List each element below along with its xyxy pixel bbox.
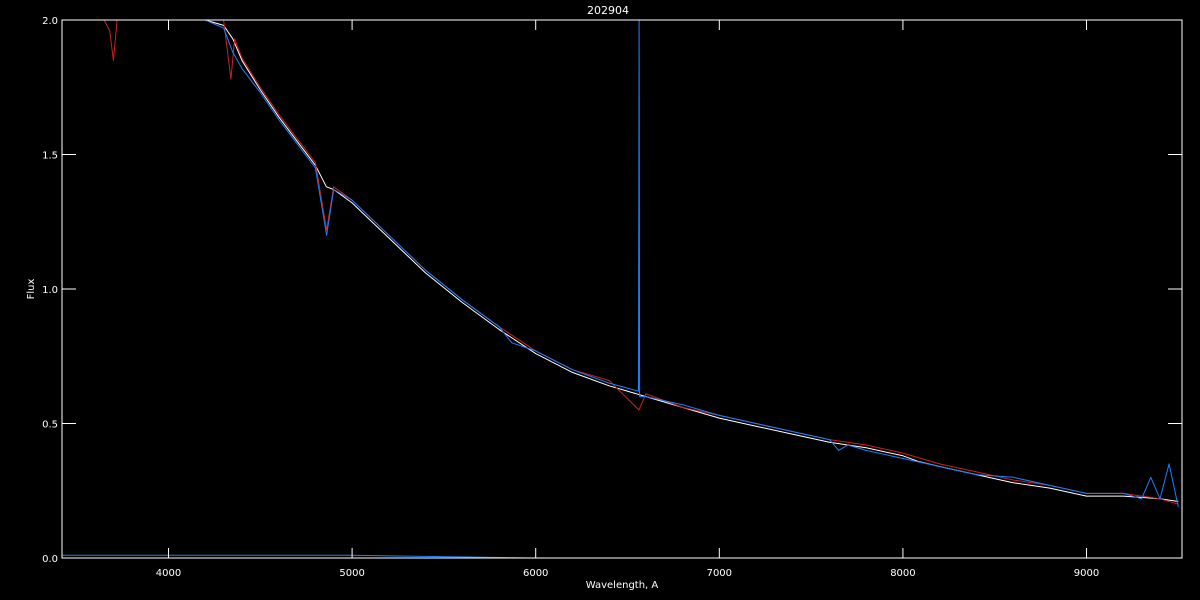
x-tick-label: 6000	[523, 568, 548, 579]
y-tick-label: 1.0	[42, 285, 58, 296]
x-tick-label: 5000	[339, 568, 364, 579]
x-tick-label: 4000	[156, 568, 181, 579]
chart-title: 202904	[587, 4, 629, 17]
series-line-white	[190, 19, 1179, 502]
spectrum-chart: 202904 4000 5000 6000 7000 8000 9000 0.0 0.5 1.…	[0, 0, 1200, 600]
y-tick-label: 0.5	[42, 420, 58, 431]
series-line-blue	[190, 19, 1179, 508]
y-tick-label: 2.0	[42, 16, 58, 27]
series-line-red	[103, 19, 1179, 505]
x-axis-label: Wavelength, A	[586, 580, 659, 591]
y-axis-label: Flux	[26, 279, 37, 300]
y-tick-label: 1.5	[42, 151, 58, 162]
x-axis: 4000 5000 6000 7000 8000 9000	[156, 20, 1099, 579]
x-tick-label: 7000	[707, 568, 732, 579]
y-tick-label: 0.0	[42, 554, 58, 565]
x-tick-label: 8000	[890, 568, 915, 579]
x-tick-label: 9000	[1074, 568, 1099, 579]
series-layer	[62, 19, 1182, 559]
